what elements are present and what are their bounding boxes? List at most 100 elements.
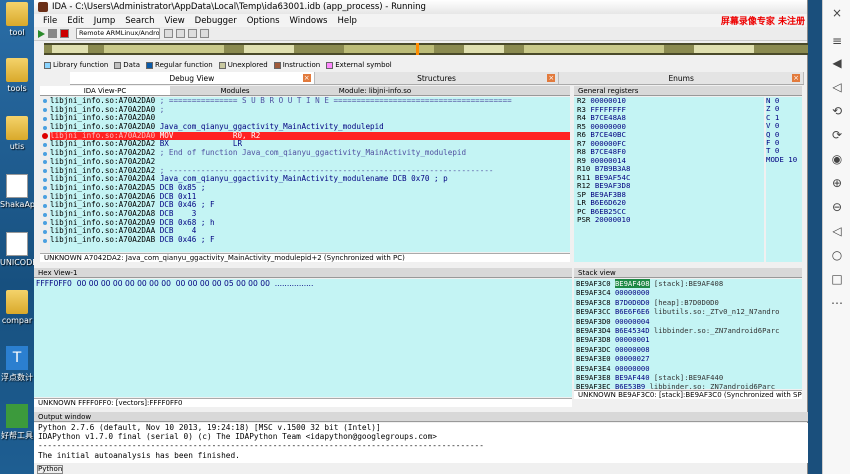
desktop-icon-unicode[interactable]: UNICODE [0,232,37,267]
tab-label: Module: libjni-info.so [338,87,412,95]
python-button[interactable]: Python [37,465,63,474]
disassembly-line[interactable]: libjni_info.so:A70A2DAB DCB 0x46 ; F [50,235,570,245]
tab-modules[interactable]: Modules [170,86,300,95]
rotate-right-icon[interactable]: ⟳ [830,128,844,142]
breakpoint-gutter[interactable] [40,97,50,252]
desktop-icon-helper[interactable]: 好帮工具 [0,404,34,441]
output-window[interactable]: Python 2.7.6 (default, Nov 10 2013, 19:2… [34,423,808,463]
back-icon[interactable]: ◁ [830,224,844,238]
desktop-icon-tool[interactable]: tool [0,2,34,37]
tab-label: Debug View [169,74,215,83]
stack-view-body[interactable]: BE9AF3C0 BE9AF408 [stack]:BE9AF408 BE9AF3… [574,279,802,389]
desktop-icon-tools[interactable]: tools [0,58,34,93]
navigation-band[interactable] [44,43,808,55]
line-text: Java_com_qianyu_ggactivity_MainActivity_… [155,122,384,132]
stack-row[interactable]: BE9AF3C0 BE9AF408 [stack]:BE9AF408 [576,279,802,288]
desktop-icon-compar[interactable]: compar [0,290,34,325]
desktop-icon-float[interactable]: T 浮点数计 [0,346,34,383]
stop-icon[interactable] [60,29,69,38]
desktop-icon-utis[interactable]: utis [0,116,34,151]
attach-icon[interactable] [164,29,173,38]
flags-list[interactable]: N 0Z 0C 1V 0Q 0F 0T 0 MODE 10 [766,97,802,262]
close-icon[interactable]: × [547,74,556,82]
stack-row[interactable]: BE9AF3C4 00000000 [576,288,802,297]
stack-row[interactable]: BE9AF3CC B6E6F6E6 libutils.so:_ZTv0_n12_… [576,307,802,316]
legend-swatch [326,61,334,69]
stack-address: BE9AF3CC [576,307,611,317]
stack-row[interactable]: BE9AF3E4 00000000 [576,364,802,373]
desktop-icon-shakaapk[interactable]: ShakaApk [0,174,40,209]
more-icon[interactable]: ⋯ [830,296,844,310]
legend-swatch [146,61,154,69]
menu-options[interactable]: Options [242,16,285,26]
volume-up-icon[interactable]: ◀ [830,56,844,70]
close-icon[interactable]: × [792,74,801,82]
menu-file[interactable]: File [38,16,62,26]
line-marker-icon [43,212,47,217]
flag-row[interactable]: MODE 10 [766,155,802,164]
stack-row[interactable]: BE9AF3EC B6E53B9 libbinder.so:_ZN7androi… [576,382,802,389]
menu-help[interactable]: Help [332,16,361,26]
line-address: libjni_info.so:A70A2DA7 [50,200,156,210]
menu-view[interactable]: View [159,16,189,26]
camera-icon[interactable]: ◉ [830,152,844,166]
stack-view-status: UNKNOWN BE9AF3C0: [stack]:BE9AF3C0 (Sync… [574,390,802,399]
stack-row[interactable]: BE9AF3E8 BE9AF440 [stack]:BE9AF440 [576,373,802,382]
menu-search[interactable]: Search [120,16,159,26]
stack-row[interactable]: BE9AF3E0 00000027 [576,354,802,363]
debug-subtab-bar: IDA View-PC Modules Module: libjni-info.… [40,86,570,96]
menu-icon[interactable]: ≡ [830,34,844,48]
register-row[interactable]: PSR 20000010 [577,215,764,225]
line-text: MOV R0, R2 [155,130,261,140]
debugger-select[interactable]: Remote ARMLinux/Android debugger [76,28,160,39]
desktop-icon-label: utis [9,142,25,151]
stack-row[interactable]: BE9AF3D0 00000004 [576,317,802,326]
volume-down-icon[interactable]: ◁ [830,80,844,94]
stack-value: 00000000 [614,363,650,373]
zoom-out-icon[interactable]: ⊖ [830,200,844,214]
output-header: Output window [34,412,808,422]
tab-enums[interactable]: Enums × [559,72,805,84]
folder-icon [6,2,28,26]
menu-debugger[interactable]: Debugger [190,16,242,26]
rotate-icon[interactable]: ⟲ [830,104,844,118]
line-marker-icon [43,229,47,234]
line-text: DCB 0x85 ; [155,182,206,192]
breakpoint-icon[interactable] [42,133,48,140]
stack-comment: libbinder.so:_ZN7android6Parc [649,382,776,389]
close-icon[interactable]: × [302,74,311,82]
registers-list[interactable]: R2 00000010 R3 FFFFFFFF R4 B7CE48A8 R5 0000… [574,97,764,262]
continue-icon[interactable] [38,29,45,38]
desktop: tool tools utis ShakaApk UNICODE compar … [0,0,40,474]
tab-module-libjni[interactable]: Module: libjni-info.so [300,86,450,95]
menu-windows[interactable]: Windows [285,16,333,26]
stack-row[interactable]: BE9AF3D4 B6E4534D libbinder.so:_ZN7andro… [576,326,802,335]
zoom-in-icon[interactable]: ⊕ [830,176,844,190]
overview-icon[interactable]: □ [830,272,844,286]
pause-icon[interactable] [48,29,57,38]
stack-address: BE9AF3D4 [576,325,611,335]
close-icon[interactable]: × [830,6,844,20]
line-marker-icon [43,177,47,182]
stack-row[interactable]: BE9AF3D8 00000001 [576,335,802,344]
step-into-icon[interactable] [176,29,185,38]
stack-row[interactable]: BE9AF3DC 00000008 [576,345,802,354]
stack-comment: [stack]:BE9AF440 [653,372,724,382]
tab-ida-view-pc[interactable]: IDA View-PC [40,86,170,95]
disassembly-listing[interactable]: libjni_info.so:A70A2DA0 ; ==============… [50,97,570,252]
menu-edit[interactable]: Edit [62,16,88,26]
stack-row[interactable]: BE9AF3C8 B7D0D0D0 [heap]:B7D0D0D0 [576,298,802,307]
stack-address: BE9AF3EC [576,382,611,389]
hex-view-body[interactable]: FFFF0FF0 00 00 00 00 00 00 00 00 00 00 0… [34,279,572,397]
home-icon[interactable]: ○ [830,248,844,262]
stack-address: BE9AF3E4 [576,363,611,373]
menu-jump[interactable]: Jump [89,16,121,26]
run-to-cursor-icon[interactable] [200,29,209,38]
stack-address: BE9AF3DC [576,344,611,354]
tab-debug-view[interactable]: Debug View × [70,72,315,84]
desktop-icon-label: compar [1,316,33,325]
desktop-icon-label: tools [7,84,27,93]
tab-structures[interactable]: Structures × [315,72,560,84]
step-over-icon[interactable] [188,29,197,38]
stack-value: B6E6F6E6 [614,307,650,317]
